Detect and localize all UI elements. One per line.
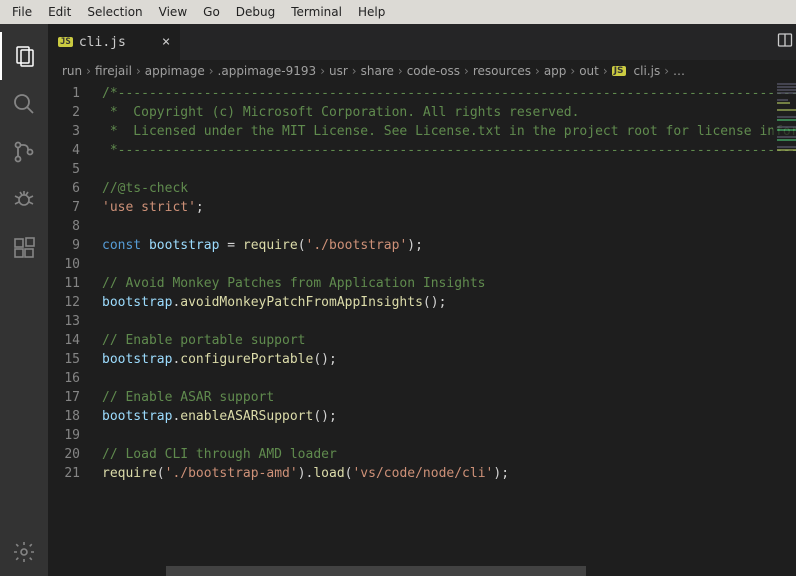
line-number: 19 [64,426,80,445]
tab-title: cli.js [79,35,126,50]
chevron-right-icon: › [209,64,214,78]
line-number: 12 [64,293,80,312]
line-number: 7 [72,198,80,217]
line-number: 3 [72,122,80,141]
line-number: 20 [64,445,80,464]
extensions-icon[interactable] [0,224,48,272]
split-editor-icon[interactable] [777,32,793,52]
code-line[interactable]: bootstrap.configurePortable(); [102,350,796,369]
editor-area: JS cli.js × ··· run›firejail›appimage›.a… [48,24,796,576]
code-line[interactable] [102,312,796,331]
code-line[interactable] [102,426,796,445]
code-line[interactable]: // Enable ASAR support [102,388,796,407]
code-line[interactable] [102,217,796,236]
code-line[interactable]: //@ts-check [102,179,796,198]
chevron-right-icon: › [570,64,575,78]
breadcrumb-segment[interactable]: app [544,64,567,78]
chevron-right-icon: › [352,64,357,78]
line-number: 6 [72,179,80,198]
menu-terminal[interactable]: Terminal [283,1,350,23]
breadcrumb-segment[interactable]: share [361,64,394,78]
code-line[interactable] [102,255,796,274]
source-control-icon[interactable] [0,128,48,176]
breadcrumb-segment[interactable]: .appimage-9193 [218,64,317,78]
explorer-icon[interactable] [0,32,48,80]
menu-edit[interactable]: Edit [40,1,79,23]
line-number: 8 [72,217,80,236]
code-line[interactable]: * Copyright (c) Microsoft Corporation. A… [102,103,796,122]
code-line[interactable]: /*--------------------------------------… [102,84,796,103]
line-number: 15 [64,350,80,369]
tab-cli-js[interactable]: JS cli.js × [48,24,180,60]
line-number: 2 [72,103,80,122]
chevron-right-icon: › [136,64,141,78]
code-line[interactable]: * Licensed under the MIT License. See Li… [102,122,796,141]
menubar: FileEditSelectionViewGoDebugTerminalHelp [0,0,796,24]
code-line[interactable]: // Avoid Monkey Patches from Application… [102,274,796,293]
code-line[interactable] [102,160,796,179]
debug-icon[interactable] [0,176,48,224]
line-number: 18 [64,407,80,426]
code-editor[interactable]: 123456789101112131415161718192021 /*----… [48,82,796,576]
breadcrumb-segment[interactable]: resources [473,64,531,78]
line-number: 11 [64,274,80,293]
chevron-right-icon: › [86,64,91,78]
code-line[interactable]: bootstrap.enableASARSupport(); [102,407,796,426]
code-line[interactable]: *---------------------------------------… [102,141,796,160]
tab-bar: JS cli.js × ··· [48,24,796,60]
line-number: 1 [72,84,80,103]
menu-selection[interactable]: Selection [79,1,150,23]
settings-gear-icon[interactable] [0,528,48,576]
breadcrumb-segment[interactable]: run [62,64,82,78]
line-number: 13 [64,312,80,331]
menu-file[interactable]: File [4,1,40,23]
menu-help[interactable]: Help [350,1,393,23]
breadcrumb-segment[interactable]: appimage [145,64,205,78]
line-number: 14 [64,331,80,350]
line-number-gutter: 123456789101112131415161718192021 [48,82,98,576]
chevron-right-icon: › [664,64,669,78]
chevron-right-icon: › [320,64,325,78]
line-number: 5 [72,160,80,179]
code-content[interactable]: /*--------------------------------------… [98,82,796,576]
code-line[interactable]: 'use strict'; [102,198,796,217]
code-line[interactable] [102,369,796,388]
breadcrumb-segment[interactable]: firejail [95,64,132,78]
breadcrumb-segment[interactable]: usr [329,64,348,78]
line-number: 17 [64,388,80,407]
chevron-right-icon: › [535,64,540,78]
minimap[interactable] [773,82,796,576]
breadcrumb[interactable]: run›firejail›appimage›.appimage-9193›usr… [48,60,796,82]
breadcrumb-segment[interactable]: code-oss [407,64,460,78]
line-number: 16 [64,369,80,388]
close-icon[interactable]: × [162,34,170,50]
line-number: 10 [64,255,80,274]
search-icon[interactable] [0,80,48,128]
code-line[interactable]: // Load CLI through AMD loader [102,445,796,464]
menu-debug[interactable]: Debug [228,1,283,23]
code-line[interactable]: bootstrap.avoidMonkeyPatchFromAppInsight… [102,293,796,312]
breadcrumb-more[interactable]: … [673,64,685,78]
menu-go[interactable]: Go [195,1,228,23]
code-line[interactable]: require('./bootstrap-amd').load('vs/code… [102,464,796,483]
js-file-icon: JS [58,37,73,47]
main: JS cli.js × ··· run›firejail›appimage›.a… [0,24,796,576]
breadcrumb-file[interactable]: cli.js [634,64,661,78]
code-line[interactable]: // Enable portable support [102,331,796,350]
chevron-right-icon: › [603,64,608,78]
js-file-icon: JS [612,66,626,76]
chevron-right-icon: › [398,64,403,78]
line-number: 4 [72,141,80,160]
line-number: 21 [64,464,80,483]
activity-bar [0,24,48,576]
menu-view[interactable]: View [151,1,195,23]
chevron-right-icon: › [464,64,469,78]
code-line[interactable]: const bootstrap = require('./bootstrap')… [102,236,796,255]
horizontal-scrollbar[interactable] [166,566,586,576]
line-number: 9 [72,236,80,255]
breadcrumb-segment[interactable]: out [579,64,599,78]
